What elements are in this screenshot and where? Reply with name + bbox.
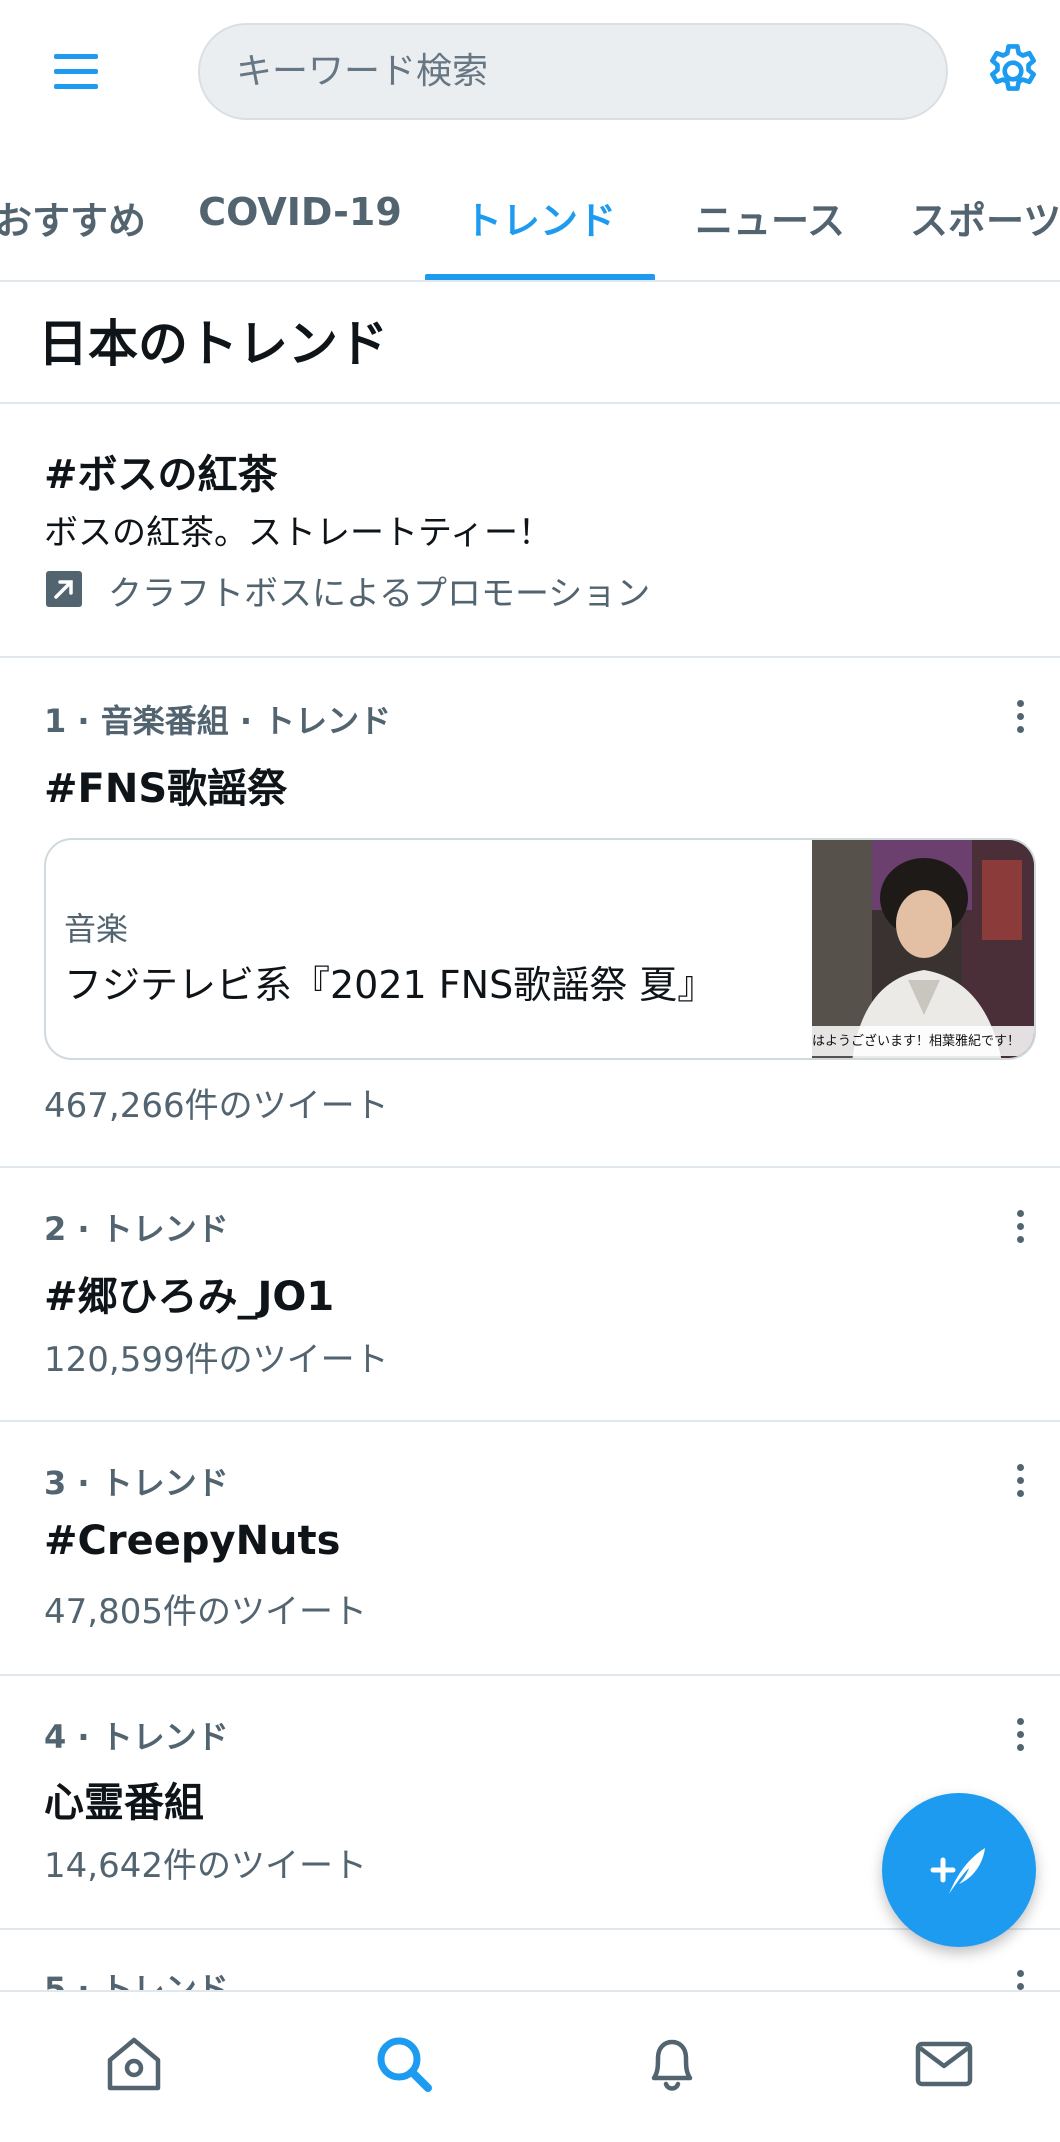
mail-icon[interactable] xyxy=(912,2032,976,2096)
news-card-thumbnail: はようございます！相葉雅紀です！ xyxy=(812,840,1034,1058)
promoted-arrow-icon xyxy=(45,570,83,608)
tab-news[interactable]: ニュース xyxy=(680,172,860,282)
more-options-icon[interactable] xyxy=(1014,700,1026,740)
bell-icon[interactable] xyxy=(640,2032,704,2096)
promoted-trend-title[interactable]: #ボスの紅茶 xyxy=(44,442,278,500)
trend-name[interactable]: #FNS歌謡祭 xyxy=(44,756,287,814)
compose-tweet-icon xyxy=(930,1848,985,1894)
search-input[interactable] xyxy=(234,50,946,93)
tweet-count: 467,266件のツイート xyxy=(44,1086,389,1126)
tweet-count: 47,805件のツイート xyxy=(44,1592,367,1632)
trend-rank: 4 xyxy=(44,1718,67,1756)
more-options-icon[interactable] xyxy=(1014,1718,1026,1758)
news-card-category: 音楽 xyxy=(64,910,129,948)
trend-category: トレンド xyxy=(100,1210,229,1248)
trend-name[interactable]: #CreepyNuts xyxy=(44,1518,340,1564)
search-bar[interactable] xyxy=(198,23,948,120)
trend-rank: 1 xyxy=(44,702,67,740)
top-bar xyxy=(0,0,1060,144)
tab-recommended[interactable]: おすすめ xyxy=(0,172,150,282)
home-icon[interactable] xyxy=(102,2032,166,2096)
news-card[interactable]: 音楽 フジテレビ系『2021 FNS歌謡祭 夏』 はようございます！相葉雅紀です… xyxy=(44,838,1036,1060)
trend-rank: 2 xyxy=(44,1210,67,1248)
more-options-icon[interactable] xyxy=(1014,1464,1026,1504)
divider xyxy=(0,1674,1060,1676)
tweet-count: 14,642件のツイート xyxy=(44,1846,367,1886)
trend-meta: 4 · トレンド xyxy=(44,1718,229,1756)
hamburger-menu-icon[interactable] xyxy=(50,44,106,100)
news-card-title: フジテレビ系『2021 FNS歌謡祭 夏』 xyxy=(64,963,716,1007)
divider xyxy=(0,656,1060,658)
promoted-by-label: クラフトボスによるプロモーション xyxy=(108,574,651,614)
trend-category: トレンド xyxy=(100,1718,229,1756)
divider xyxy=(0,1928,1060,1930)
tab-trends[interactable]: トレンド xyxy=(425,172,655,282)
trend-rank: 3 xyxy=(44,1464,67,1502)
compose-tweet-button[interactable] xyxy=(882,1793,1036,1947)
tweet-count: 120,599件のツイート xyxy=(44,1340,389,1380)
bottom-navigation xyxy=(0,1990,1060,2142)
divider xyxy=(0,1420,1060,1422)
trend-name[interactable]: #郷ひろみ_JO1 xyxy=(44,1264,334,1322)
thumbnail-caption: はようございます！相葉雅紀です！ xyxy=(812,1034,1021,1049)
divider xyxy=(0,280,1060,282)
tab-covid19[interactable]: COVID-19 xyxy=(198,172,402,282)
trend-meta: 1 · 音楽番組 · トレンド xyxy=(44,702,392,740)
tab-sports[interactable]: スポーツ xyxy=(910,172,1060,282)
promoted-trend-description: ボスの紅茶。ストレートティー！ xyxy=(44,513,552,553)
trend-category: トレンド xyxy=(100,1464,229,1502)
divider xyxy=(0,402,1060,404)
divider xyxy=(0,1166,1060,1168)
more-options-icon[interactable] xyxy=(1014,1210,1026,1250)
page-title: 日本のトレンド xyxy=(38,315,388,373)
trend-category: 音楽番組 · トレンド xyxy=(100,702,392,740)
trend-name[interactable]: 心霊番組 xyxy=(44,1770,204,1828)
search-icon[interactable] xyxy=(372,2032,436,2096)
trend-meta: 2 · トレンド xyxy=(44,1210,229,1248)
trend-meta: 3 · トレンド xyxy=(44,1464,229,1502)
gear-icon[interactable] xyxy=(982,40,1044,102)
explore-tabs: おすすめ COVID-19 トレンド ニュース スポーツ xyxy=(0,172,1060,282)
